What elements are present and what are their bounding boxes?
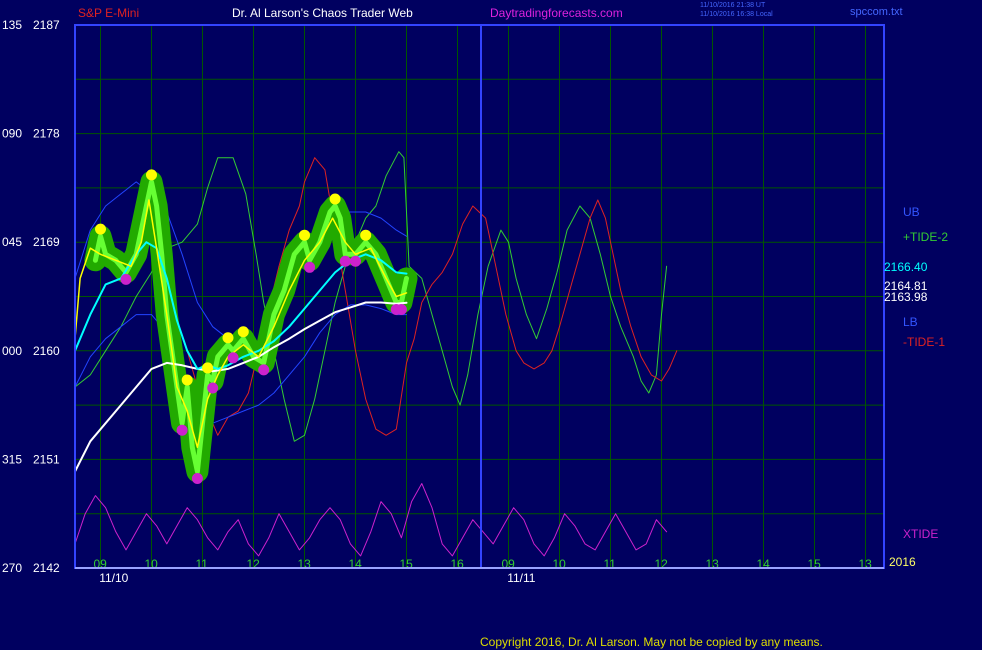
symbol-label: S&P E-Mini (78, 6, 139, 20)
down-dot (191, 472, 203, 484)
chaos-trader-chart: 135 2187 090 2178 045 2169 000 2160 315 2151 270 21… (0, 0, 982, 650)
down-dot (304, 261, 316, 273)
down-dot (207, 382, 219, 394)
y-angle-label: 000 (2, 344, 22, 358)
down-dot (176, 424, 188, 436)
y-price-label: 2160 (33, 344, 60, 358)
chart-title: Dr. Al Larson's Chaos Trader Web (232, 6, 413, 20)
up-dot (222, 332, 234, 344)
up-dot (95, 223, 106, 235)
down-dot (227, 352, 239, 364)
y-angle-label: 315 (2, 452, 22, 466)
y-price-label: 2151 (33, 452, 60, 466)
down-dot (120, 273, 132, 285)
up-dot (181, 374, 193, 386)
y-price-label: 2187 (33, 18, 60, 32)
y-price-label: 2178 (33, 127, 60, 141)
down-dot (258, 364, 270, 376)
year-label: 2016 (889, 555, 916, 569)
down-dot (339, 255, 351, 267)
up-dot (146, 169, 157, 181)
y-price-label: 2142 (33, 561, 60, 575)
up-dot (329, 193, 341, 205)
y-angle-label: 045 (2, 235, 22, 249)
site-label: Daytradingforecasts.com (490, 6, 623, 20)
legend-ub: UB (903, 205, 920, 219)
up-dot (299, 229, 310, 241)
x-date-label: 11/10 (99, 571, 128, 585)
down-dot (350, 255, 361, 267)
legend-tide-minus: -TIDE-1 (903, 335, 945, 349)
up-dot (360, 229, 372, 241)
y-angle-label: 090 (2, 127, 22, 141)
down-dot (395, 304, 407, 316)
legend-lb: LB (903, 315, 918, 329)
file-label: spccom.txt (850, 6, 903, 18)
local-stamp: 11/10/2016 16:38 Local (700, 11, 773, 18)
y-price-label: 2169 (33, 235, 60, 249)
legend-tide-plus: +TIDE-2 (903, 230, 948, 244)
x-date-label: 11/11 (507, 571, 536, 585)
up-dot (202, 362, 214, 374)
legend-xtide: XTIDE (903, 527, 938, 541)
last-price-label: 2166.40 (884, 260, 928, 274)
y-angle-label: 135 (2, 18, 22, 32)
utc-stamp: 11/10/2016 21:38 UT (700, 2, 766, 9)
plot-background (0, 0, 982, 650)
last-price-label: 2163.98 (884, 290, 928, 304)
up-dot (237, 326, 249, 338)
copyright: Copyright 2016, Dr. Al Larson. May not b… (480, 635, 823, 649)
y-angle-label: 270 (2, 561, 22, 575)
